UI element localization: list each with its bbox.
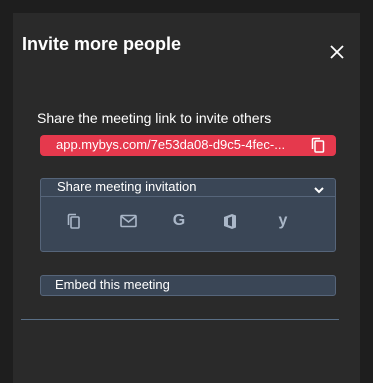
share-options: G y xyxy=(41,211,335,231)
embed-meeting-label: Embed this meeting xyxy=(55,277,170,292)
google-icon[interactable]: G xyxy=(170,211,188,231)
close-icon[interactable] xyxy=(328,43,346,61)
share-invitation-label: Share meeting invitation xyxy=(57,179,197,194)
share-invitation-toggle[interactable]: Share meeting invitation xyxy=(41,179,335,197)
dialog-title: Invite more people xyxy=(22,34,182,54)
copy-icon[interactable] xyxy=(65,211,83,231)
meeting-link-field[interactable]: app.mybys.com/7e53da08-d9c5-4fec-... xyxy=(40,135,336,156)
office-icon[interactable] xyxy=(221,211,239,231)
yahoo-icon[interactable]: y xyxy=(274,211,292,231)
email-icon[interactable] xyxy=(119,211,137,231)
share-invitation-panel: Share meeting invitation G y xyxy=(40,178,336,252)
copy-icon[interactable] xyxy=(310,137,326,154)
chevron-down-icon xyxy=(313,182,325,194)
share-link-label: Share the meeting link to invite others xyxy=(37,110,272,126)
embed-meeting-button[interactable]: Embed this meeting xyxy=(40,275,336,296)
meeting-link-url: app.mybys.com/7e53da08-d9c5-4fec-... xyxy=(56,137,286,152)
divider xyxy=(21,319,339,320)
